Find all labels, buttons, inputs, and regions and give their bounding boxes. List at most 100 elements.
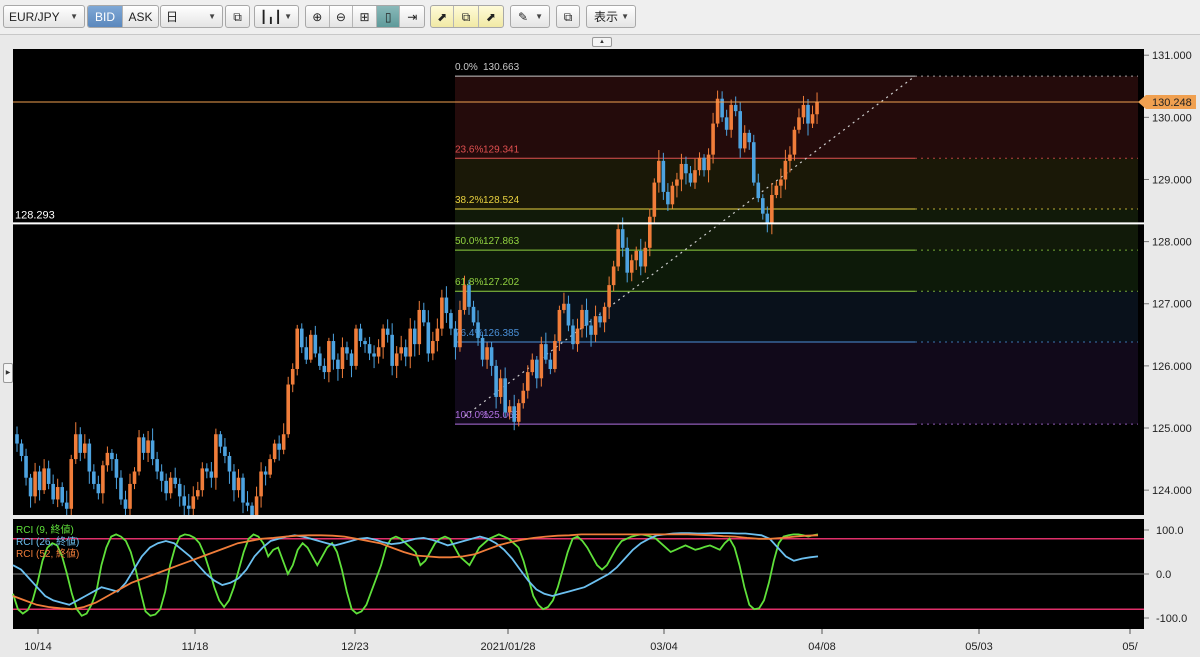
candle-body bbox=[28, 477, 33, 497]
candle-body bbox=[553, 341, 557, 369]
chart-area[interactable]: 0.0% 130.663 23.6% 129.341 38.2% 128.524 50.0%… bbox=[0, 47, 1200, 657]
current-price-label: 130.248 bbox=[1152, 97, 1192, 109]
fib-zone bbox=[455, 250, 1138, 292]
symbol-select[interactable]: EUR/JPY ▼ bbox=[3, 5, 85, 28]
fib-percent-label: 50.0% bbox=[455, 236, 483, 247]
candle-body bbox=[629, 260, 634, 273]
candle-body bbox=[64, 502, 69, 509]
candle-body bbox=[268, 459, 272, 475]
copy-indicator-button[interactable]: ⧉ bbox=[454, 6, 479, 27]
candle-body bbox=[159, 471, 164, 481]
zoom-in-button[interactable]: ⊕ bbox=[306, 6, 330, 27]
add-indicator-button[interactable]: ⬈ bbox=[431, 6, 455, 27]
candle-body bbox=[92, 471, 96, 484]
candle-body bbox=[724, 117, 729, 130]
candle-body bbox=[765, 213, 770, 223]
candle-body bbox=[15, 434, 19, 444]
price-tick-label: 124.000 bbox=[1152, 485, 1192, 497]
chart-type-select[interactable]: ┃╻┃ ▼ bbox=[254, 5, 299, 28]
candle-body bbox=[643, 247, 648, 267]
candle-body bbox=[408, 328, 413, 357]
candle-body bbox=[548, 359, 553, 369]
candle-body bbox=[60, 487, 64, 503]
candle-body bbox=[607, 285, 611, 307]
candle-body bbox=[263, 471, 268, 475]
candle-body bbox=[440, 297, 444, 329]
candle-body bbox=[354, 328, 358, 366]
candle-body bbox=[535, 359, 539, 379]
link-button[interactable]: ⧉ bbox=[225, 5, 250, 28]
candle-body bbox=[761, 198, 765, 214]
edit-indicator-button[interactable]: ⬈ bbox=[479, 6, 503, 27]
candle-body bbox=[227, 455, 232, 472]
candle-body bbox=[770, 195, 774, 223]
candle-body bbox=[254, 496, 259, 515]
candle-body bbox=[214, 434, 218, 478]
pen-icon: ✎ bbox=[518, 9, 529, 24]
candle-body bbox=[580, 309, 584, 329]
price-type-toggle: BID ASK bbox=[87, 5, 159, 28]
candle-body bbox=[385, 328, 390, 335]
time-tick-label: 2021/01/28 bbox=[480, 641, 535, 653]
fib-percent-label: 38.2% bbox=[455, 195, 483, 206]
indicator-tools: ⬈ ⧉ ⬈ bbox=[430, 5, 504, 28]
candle-body bbox=[806, 104, 810, 124]
candle-body bbox=[792, 129, 797, 155]
display-menu[interactable]: 表示 ▼ bbox=[586, 5, 636, 28]
candle-body bbox=[42, 468, 46, 491]
fib-value-label: 126.385 bbox=[483, 328, 520, 339]
candle-body bbox=[141, 437, 146, 453]
fib-value-label: 128.524 bbox=[483, 195, 520, 206]
window-button[interactable]: ⧉ bbox=[556, 5, 580, 28]
candle-body bbox=[403, 347, 408, 357]
candle-body bbox=[313, 334, 318, 354]
candlestick-icon: ┃╻┃ bbox=[260, 9, 282, 24]
drawing-tool-select[interactable]: ✎ ▼ bbox=[510, 5, 550, 28]
price-tick-label: 128.000 bbox=[1152, 237, 1192, 249]
time-tick-label: 04/08 bbox=[808, 641, 836, 653]
panel-button[interactable]: ▯ bbox=[376, 6, 401, 27]
candle-body bbox=[810, 114, 815, 124]
candle-body bbox=[101, 465, 105, 494]
ask-button[interactable]: ASK bbox=[123, 6, 158, 27]
candle-body bbox=[345, 347, 349, 354]
time-axis-labels: 10/14 11/18 12/23 2021/01/28 03/04 04/08 05/03… bbox=[0, 629, 1200, 657]
candle-body bbox=[114, 459, 119, 478]
candle-body bbox=[598, 316, 602, 323]
price-tick-label: 126.000 bbox=[1152, 361, 1192, 373]
horizontal-line-label: 128.293 bbox=[15, 209, 55, 221]
candle-body bbox=[281, 434, 286, 450]
bid-button[interactable]: BID bbox=[88, 6, 124, 27]
symbol-value: EUR/JPY bbox=[9, 9, 60, 24]
candle-body bbox=[191, 496, 196, 509]
candle-body bbox=[634, 250, 639, 261]
fib-zone bbox=[455, 341, 1138, 425]
view-tools: ⊕ ⊖ ⊞ ▯ ⇥ bbox=[305, 5, 425, 28]
scroll-end-button[interactable]: ⇥ bbox=[400, 6, 424, 27]
expand-side-panel-button[interactable]: ▶ bbox=[3, 363, 13, 383]
candle-body bbox=[164, 480, 168, 494]
candle-body bbox=[525, 372, 530, 391]
price-tick-label: 127.000 bbox=[1152, 299, 1192, 311]
candle-body bbox=[358, 328, 363, 342]
candle-body bbox=[196, 490, 200, 497]
candle-body bbox=[652, 182, 657, 217]
window-icon: ⧉ bbox=[563, 9, 573, 24]
candle-body bbox=[417, 309, 422, 345]
candle-body bbox=[783, 160, 788, 180]
candle-body bbox=[661, 160, 666, 192]
candle-body bbox=[489, 347, 494, 366]
candle-body bbox=[19, 443, 24, 456]
timeframe-select[interactable]: 日 ▼ bbox=[160, 5, 223, 28]
fib-zone bbox=[455, 291, 1138, 342]
candle-body bbox=[105, 452, 110, 466]
candle-body bbox=[110, 452, 114, 460]
candle-body bbox=[250, 505, 254, 515]
candle-body bbox=[788, 154, 792, 161]
collapse-toolbar-button[interactable]: ▲ bbox=[592, 37, 612, 47]
candle-body bbox=[498, 378, 503, 397]
zoom-out-button[interactable]: ⊖ bbox=[330, 6, 354, 27]
crosshair-button[interactable]: ⊞ bbox=[353, 6, 377, 27]
rci-tick-label: 0.0 bbox=[1156, 569, 1171, 581]
candle-body bbox=[544, 344, 548, 360]
